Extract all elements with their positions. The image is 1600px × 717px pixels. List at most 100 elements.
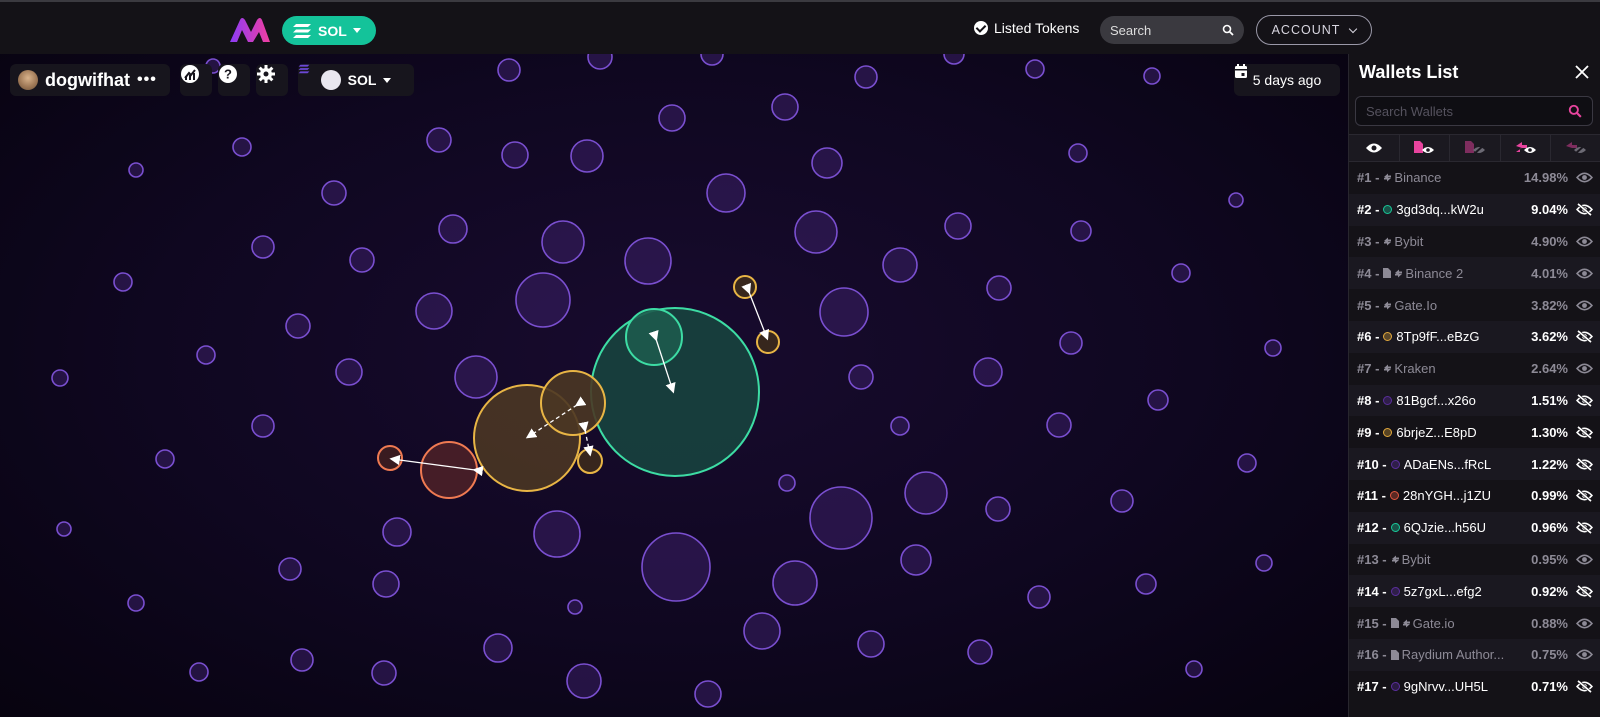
bubble-map[interactable]: dogwifhat ••• ? SOL 5 days ago bbox=[0, 54, 1348, 717]
wallet-bubble[interactable] bbox=[127, 594, 145, 612]
close-icon[interactable] bbox=[1574, 64, 1590, 80]
wallet-bubble[interactable] bbox=[113, 272, 133, 292]
wallet-bubble[interactable] bbox=[278, 557, 302, 581]
wallet-search-input[interactable] bbox=[1366, 103, 1556, 119]
wallet-bubble[interactable] bbox=[809, 486, 873, 550]
eye-off-icon[interactable] bbox=[1576, 203, 1593, 217]
wallet-bubble[interactable] bbox=[285, 313, 311, 339]
settings-button[interactable] bbox=[256, 64, 288, 96]
help-button[interactable]: ? bbox=[218, 64, 250, 96]
token-chip[interactable]: dogwifhat ••• bbox=[10, 64, 170, 96]
wallet-bubble[interactable] bbox=[1025, 59, 1045, 79]
eye-icon[interactable] bbox=[1576, 171, 1593, 184]
eye-icon[interactable] bbox=[1576, 553, 1593, 566]
wallet-bubble[interactable] bbox=[128, 162, 144, 178]
wallet-bubble[interactable] bbox=[1185, 660, 1203, 678]
wallet-bubble[interactable] bbox=[1070, 220, 1092, 242]
wallet-bubble[interactable] bbox=[438, 214, 468, 244]
wallet-row[interactable]: #2 - 3gd3dq...kW2u 9.04% bbox=[1349, 193, 1600, 226]
wallet-bubble[interactable] bbox=[501, 141, 529, 169]
wallet-bubble[interactable] bbox=[372, 570, 400, 598]
header-search-input[interactable] bbox=[1110, 22, 1210, 38]
search-icon[interactable] bbox=[1568, 104, 1582, 118]
wallet-bubble[interactable] bbox=[882, 247, 918, 283]
wallet-bubble[interactable] bbox=[658, 104, 686, 132]
eye-icon[interactable] bbox=[1576, 235, 1593, 248]
wallet-bubble[interactable] bbox=[854, 65, 878, 89]
wallet-bubble[interactable] bbox=[694, 680, 722, 708]
wallet-bubble[interactable] bbox=[51, 369, 69, 387]
wallet-row[interactable]: #14 - 5z7gxL...efg2 0.92% bbox=[1349, 575, 1600, 608]
wallet-bubble[interactable] bbox=[483, 633, 513, 663]
eye-icon[interactable] bbox=[1576, 648, 1593, 661]
eye-off-icon[interactable] bbox=[1576, 489, 1593, 503]
filter-exchanges-visible[interactable] bbox=[1501, 135, 1552, 161]
wallet-bubble[interactable] bbox=[1143, 67, 1161, 85]
wallet-row[interactable]: #6 - 8Tp9fF...eBzG 3.62% bbox=[1349, 320, 1600, 353]
date-chip[interactable]: 5 days ago bbox=[1234, 64, 1340, 96]
wallet-bubble[interactable] bbox=[1171, 263, 1191, 283]
wallet-bubble[interactable] bbox=[1027, 585, 1051, 609]
wallet-bubble[interactable] bbox=[778, 474, 796, 492]
wallet-row[interactable]: #3 - Bybit 4.90% bbox=[1349, 226, 1600, 258]
wallet-bubble[interactable] bbox=[232, 137, 252, 157]
wallet-bubble[interactable] bbox=[515, 272, 571, 328]
wallet-row[interactable]: #4 - Binance 2 4.01% bbox=[1349, 257, 1600, 290]
search-icon[interactable] bbox=[1222, 24, 1234, 36]
wallet-bubble[interactable] bbox=[904, 471, 948, 515]
wallet-search[interactable] bbox=[1355, 96, 1593, 126]
wallet-row[interactable]: #10 - ADaENs...fRcL 1.22% bbox=[1349, 448, 1600, 480]
wallet-bubble[interactable] bbox=[196, 345, 216, 365]
wallet-bubble[interactable] bbox=[1228, 192, 1244, 208]
wallet-bubble[interactable] bbox=[848, 364, 874, 390]
more-options-icon[interactable]: ••• bbox=[137, 71, 157, 89]
eye-off-icon[interactable] bbox=[1576, 393, 1593, 407]
header-search[interactable] bbox=[1100, 16, 1244, 44]
eye-icon[interactable] bbox=[1576, 267, 1593, 280]
wallet-bubble[interactable] bbox=[371, 660, 397, 686]
wallet-bubble[interactable] bbox=[1059, 331, 1083, 355]
eye-off-icon[interactable] bbox=[1576, 521, 1593, 535]
wallet-bubble[interactable] bbox=[290, 648, 314, 672]
eye-off-icon[interactable] bbox=[1576, 680, 1593, 694]
filter-contracts-visible[interactable] bbox=[1400, 135, 1451, 161]
eye-icon[interactable] bbox=[1576, 617, 1593, 630]
wallet-bubble[interactable] bbox=[454, 355, 498, 399]
wallet-bubble[interactable] bbox=[890, 416, 910, 436]
chart-button[interactable] bbox=[180, 64, 212, 96]
wallet-bubble[interactable] bbox=[415, 292, 453, 330]
filter-exchanges-hidden[interactable] bbox=[1551, 135, 1600, 161]
wallet-bubble[interactable] bbox=[943, 54, 965, 65]
wallet-row[interactable]: #12 - 6QJzie...h56U 0.96% bbox=[1349, 511, 1600, 544]
wallet-bubble[interactable] bbox=[772, 560, 818, 606]
wallet-bubble[interactable] bbox=[382, 517, 412, 547]
wallet-bubble[interactable] bbox=[641, 532, 711, 602]
wallet-row[interactable]: #13 - Bybit 0.95% bbox=[1349, 544, 1600, 576]
wallet-row[interactable]: #7 - Kraken 2.64% bbox=[1349, 353, 1600, 385]
wallet-bubble[interactable] bbox=[900, 544, 932, 576]
eye-off-icon[interactable] bbox=[1576, 330, 1593, 344]
wallet-row[interactable]: #15 - Gate.io 0.88% bbox=[1349, 607, 1600, 639]
wallet-bubble[interactable] bbox=[967, 639, 993, 665]
wallet-bubble[interactable] bbox=[857, 630, 885, 658]
wallet-bubble[interactable] bbox=[251, 235, 275, 259]
filter-contracts-hidden[interactable] bbox=[1450, 135, 1501, 161]
wallet-row[interactable]: #17 - 9gNrvv...UH5L 0.71% bbox=[1349, 671, 1600, 703]
wallet-bubble[interactable] bbox=[570, 139, 604, 173]
wallet-bubble[interactable] bbox=[811, 147, 843, 179]
chain-select[interactable]: SOL bbox=[298, 64, 414, 96]
wallet-bubble[interactable] bbox=[1068, 143, 1088, 163]
wallet-bubble[interactable] bbox=[541, 220, 585, 264]
wallet-bubble[interactable] bbox=[1237, 453, 1257, 473]
wallet-bubble[interactable] bbox=[733, 275, 757, 299]
wallet-bubble[interactable] bbox=[1255, 554, 1273, 572]
wallet-bubble[interactable] bbox=[944, 212, 972, 240]
wallet-bubble[interactable] bbox=[771, 93, 799, 121]
wallet-bubble[interactable] bbox=[155, 449, 175, 469]
account-button[interactable]: ACCOUNT bbox=[1256, 15, 1372, 45]
wallet-bubble[interactable] bbox=[189, 662, 209, 682]
wallet-bubble[interactable] bbox=[251, 414, 275, 438]
wallet-bubble[interactable] bbox=[624, 237, 672, 285]
wallet-row[interactable]: #9 - 6brjeZ...E8pD 1.30% bbox=[1349, 416, 1600, 448]
wallet-bubble[interactable] bbox=[1110, 489, 1134, 513]
